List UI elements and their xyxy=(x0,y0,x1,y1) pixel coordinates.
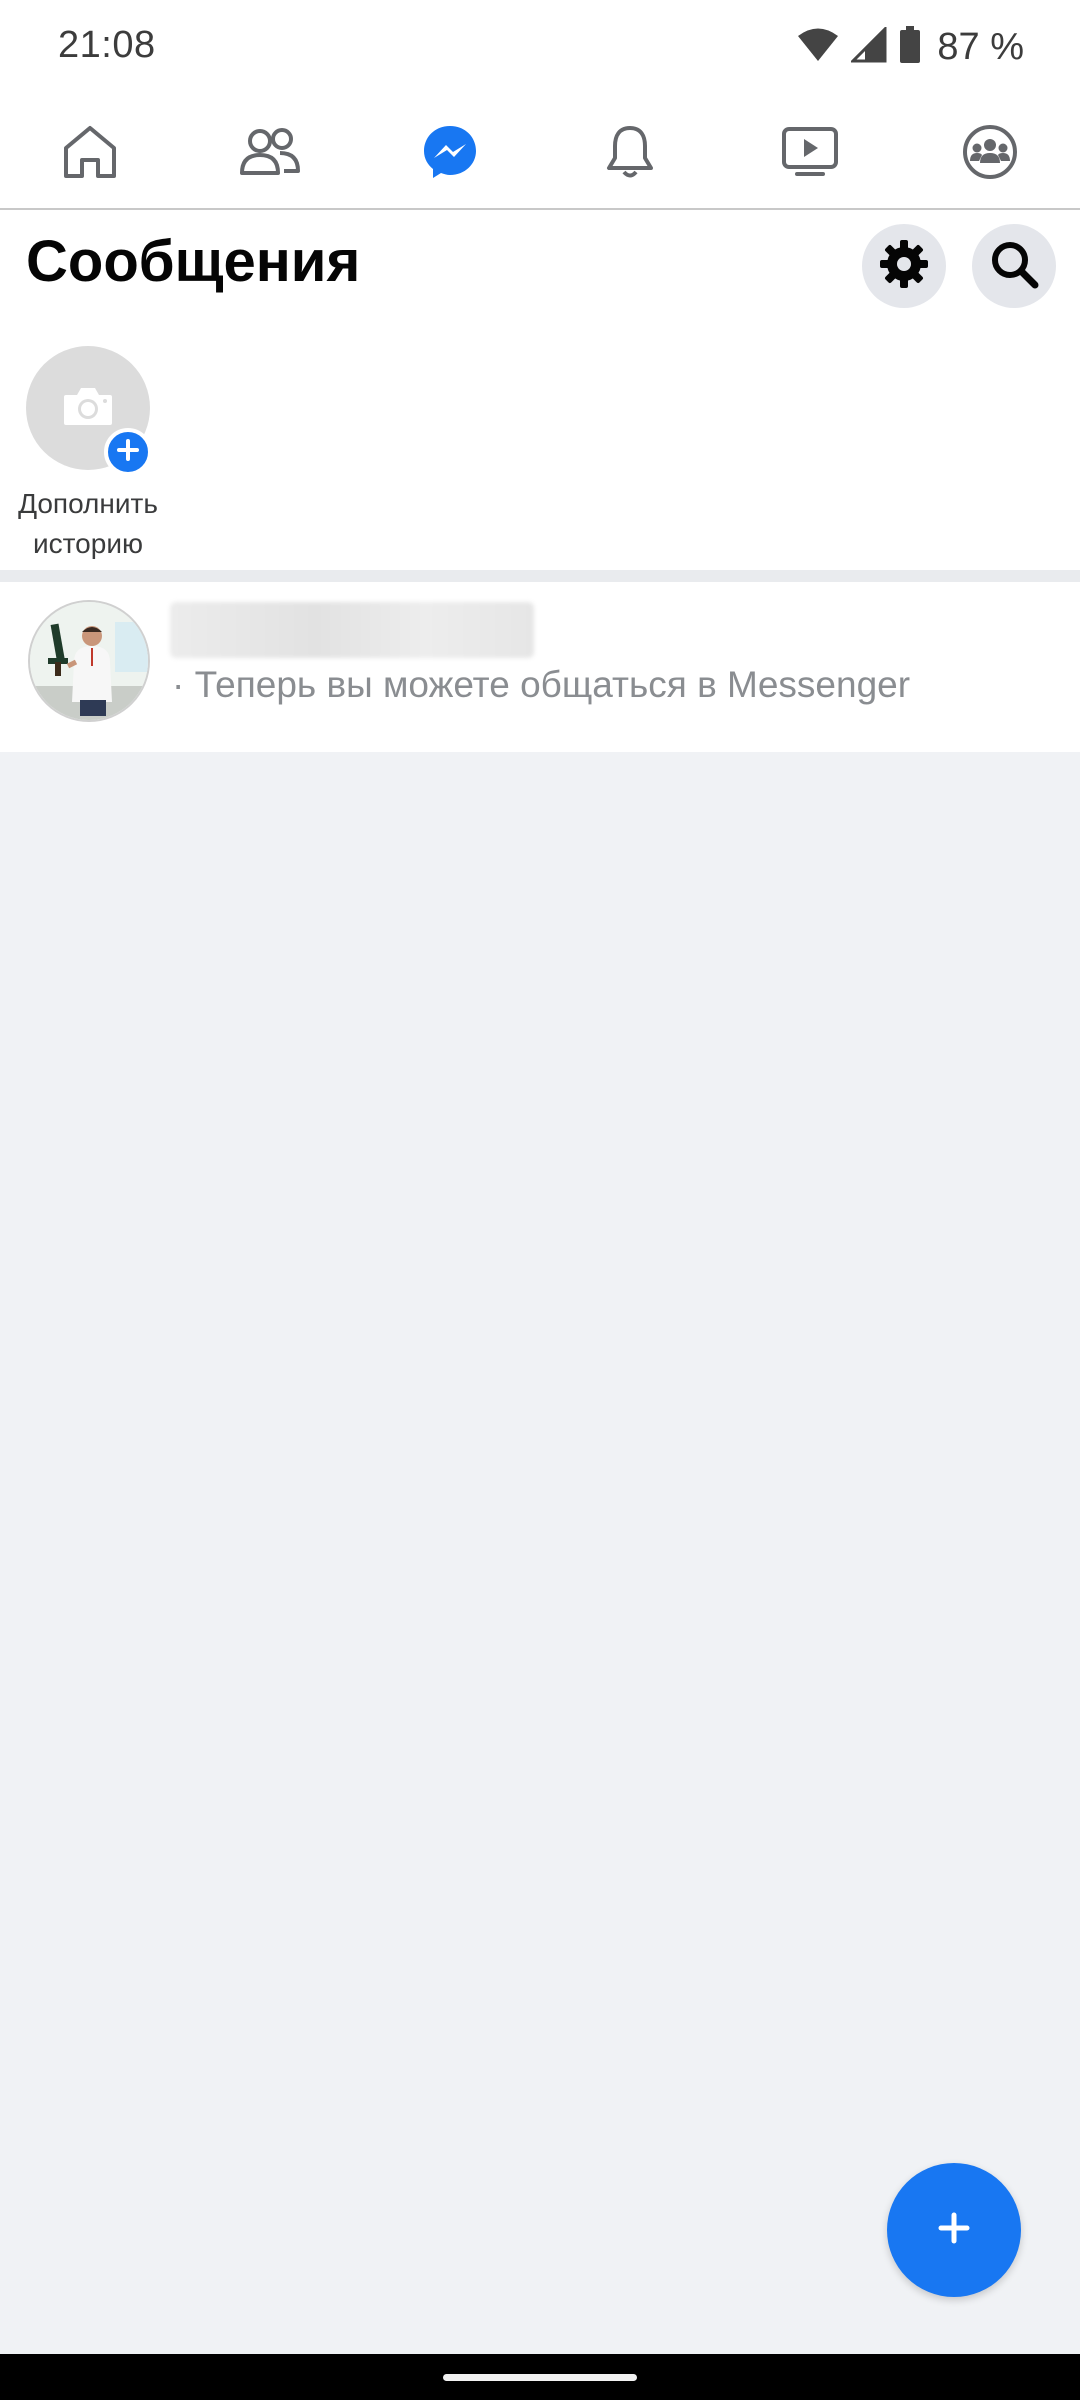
bell-icon xyxy=(605,124,655,180)
home-gesture-handle[interactable] xyxy=(443,2374,637,2381)
home-icon xyxy=(60,124,120,180)
conversation-list-empty-area xyxy=(0,752,1080,2354)
tab-watch[interactable] xyxy=(720,96,900,208)
section-divider xyxy=(0,570,1080,582)
add-story-circle xyxy=(26,346,152,476)
cell-signal-icon xyxy=(849,24,887,68)
plus-icon xyxy=(117,438,139,466)
video-play-icon xyxy=(781,126,839,178)
gear-icon xyxy=(878,238,930,295)
new-message-button[interactable] xyxy=(887,2163,1021,2297)
friends-icon xyxy=(240,127,300,177)
stories-tray: Дополнить историю xyxy=(0,320,1080,570)
add-story-label-line1: Дополнить xyxy=(18,488,158,519)
battery-percent: 87 % xyxy=(937,25,1024,68)
conversation-row[interactable]: · Теперь вы можете общаться в Messenger xyxy=(0,582,1080,752)
status-bar: 21:08 87 % xyxy=(0,0,1080,96)
conversation-preview: · Теперь вы можете общаться в Messenger xyxy=(172,664,911,705)
conversation-name-obscured xyxy=(170,602,534,658)
search-icon xyxy=(989,239,1039,294)
avatar xyxy=(28,600,150,722)
add-story-button[interactable]: Дополнить историю xyxy=(8,346,168,564)
search-button[interactable] xyxy=(972,224,1056,308)
battery-icon xyxy=(899,25,921,69)
plus-icon xyxy=(937,2211,971,2250)
tab-friends[interactable] xyxy=(180,96,360,208)
tab-groups[interactable] xyxy=(900,96,1080,208)
settings-button[interactable] xyxy=(862,224,946,308)
messenger-icon xyxy=(421,123,479,181)
page-title: Сообщения xyxy=(26,229,361,294)
status-icons: 87 % xyxy=(797,22,1024,72)
camera-icon xyxy=(62,385,114,432)
page-header: Сообщения xyxy=(0,210,1080,320)
tab-notifications[interactable] xyxy=(540,96,720,208)
tab-messenger[interactable] xyxy=(360,96,540,208)
add-story-label: Дополнить историю xyxy=(8,484,168,564)
wifi-icon xyxy=(797,27,839,68)
tab-home[interactable] xyxy=(0,96,180,208)
groups-icon xyxy=(961,123,1019,181)
top-nav xyxy=(0,96,1080,210)
status-time: 21:08 xyxy=(58,24,156,66)
add-story-plus-badge xyxy=(104,428,152,476)
add-story-label-line2: историю xyxy=(33,528,143,559)
system-nav-bar xyxy=(0,2354,1080,2400)
